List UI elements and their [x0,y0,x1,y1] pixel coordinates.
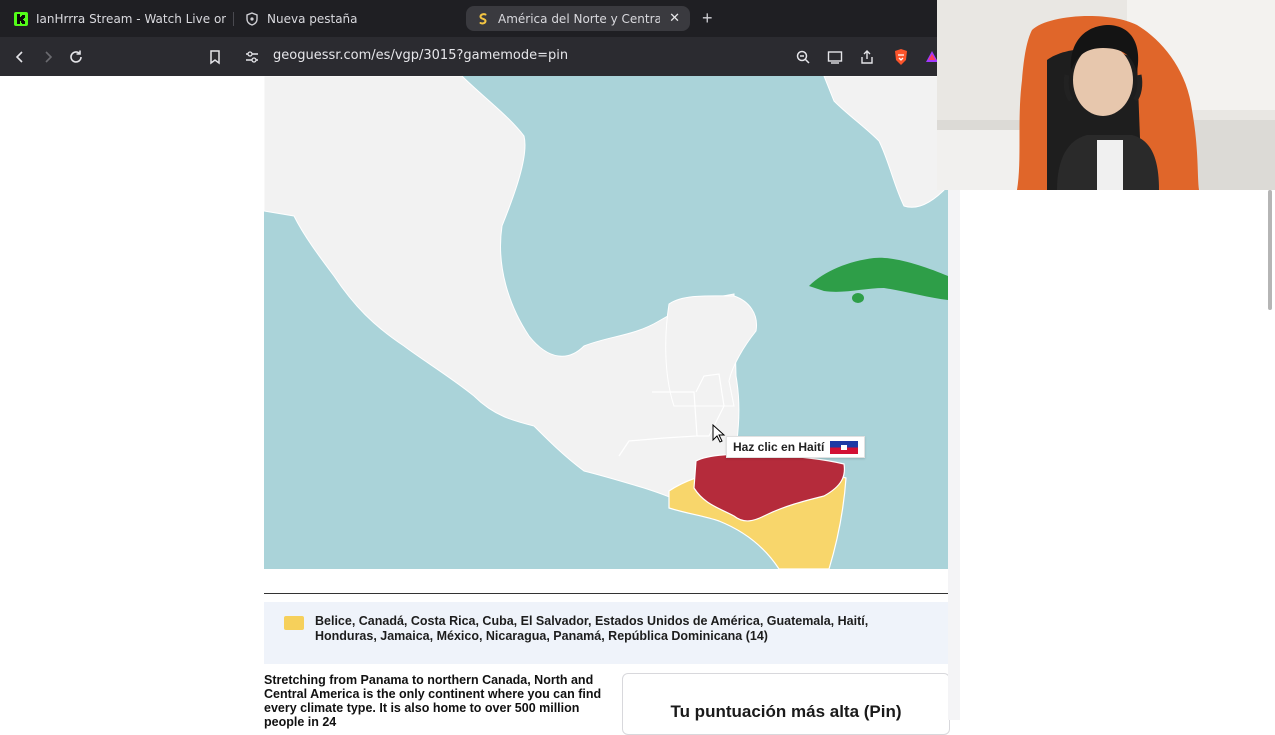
tab-title: América del Norte y Central: Paí [498,11,660,26]
countries-list: Belice, Canadá, Costa Rica, Cuba, El Sal… [264,602,948,664]
forward-icon[interactable] [36,45,60,69]
mouse-cursor-icon [712,423,726,449]
close-icon[interactable]: ✕ [669,11,680,26]
address-bar[interactable]: geoguessr.com/es/vgp/3015?gamemode=pin [273,48,568,63]
region-isle-of-youth [852,293,864,303]
land-florida [823,76,948,208]
webcam-overlay [937,0,1275,190]
prompt-text: Haz clic en Haití [733,440,825,454]
tab-separator [233,12,234,26]
share-icon[interactable] [855,45,879,69]
new-tab-icon[interactable]: + [702,7,713,29]
scrollbar[interactable] [1268,190,1272,310]
section-divider [264,593,948,594]
kick-icon [14,11,28,26]
brave-lion-icon[interactable] [889,45,913,69]
tab-active[interactable]: América del Norte y Central: Paí ✕ [466,6,690,31]
brave-shield-icon [245,11,259,26]
zoom-icon[interactable] [791,45,815,69]
high-score-card: Tu puntuación más alta (Pin) [622,673,950,735]
tab-new[interactable]: Nueva pestaña [245,6,445,31]
site-settings-icon[interactable] [240,45,264,69]
game-description: Stretching from Panama to northern Canad… [264,673,602,729]
cast-icon[interactable] [823,45,847,69]
folder-icon [284,616,304,630]
page-right-edge [948,190,960,720]
haiti-flag-icon [830,440,859,454]
region-cuba [809,257,948,300]
countries-list-text: Belice, Canadá, Costa Rica, Cuba, El Sal… [315,614,869,643]
click-prompt: Haz clic en Haití [726,436,866,458]
tab-title: Nueva pestaña [267,11,358,26]
webcam-image [937,0,1275,190]
reload-icon[interactable] [64,45,88,69]
game-map[interactable] [264,76,948,569]
high-score-title: Tu puntuación más alta (Pin) [670,702,902,721]
tab-kick[interactable]: IanHrrra Stream - Watch Live on Kick [14,6,226,31]
tab-title: IanHrrra Stream - Watch Live on Kick [36,11,226,26]
map-svg[interactable] [264,76,948,569]
seterra-icon [476,12,490,26]
land-yucatan [665,295,758,407]
back-icon[interactable] [8,45,32,69]
bookmark-icon[interactable] [203,45,227,69]
land-mainland [264,76,740,517]
